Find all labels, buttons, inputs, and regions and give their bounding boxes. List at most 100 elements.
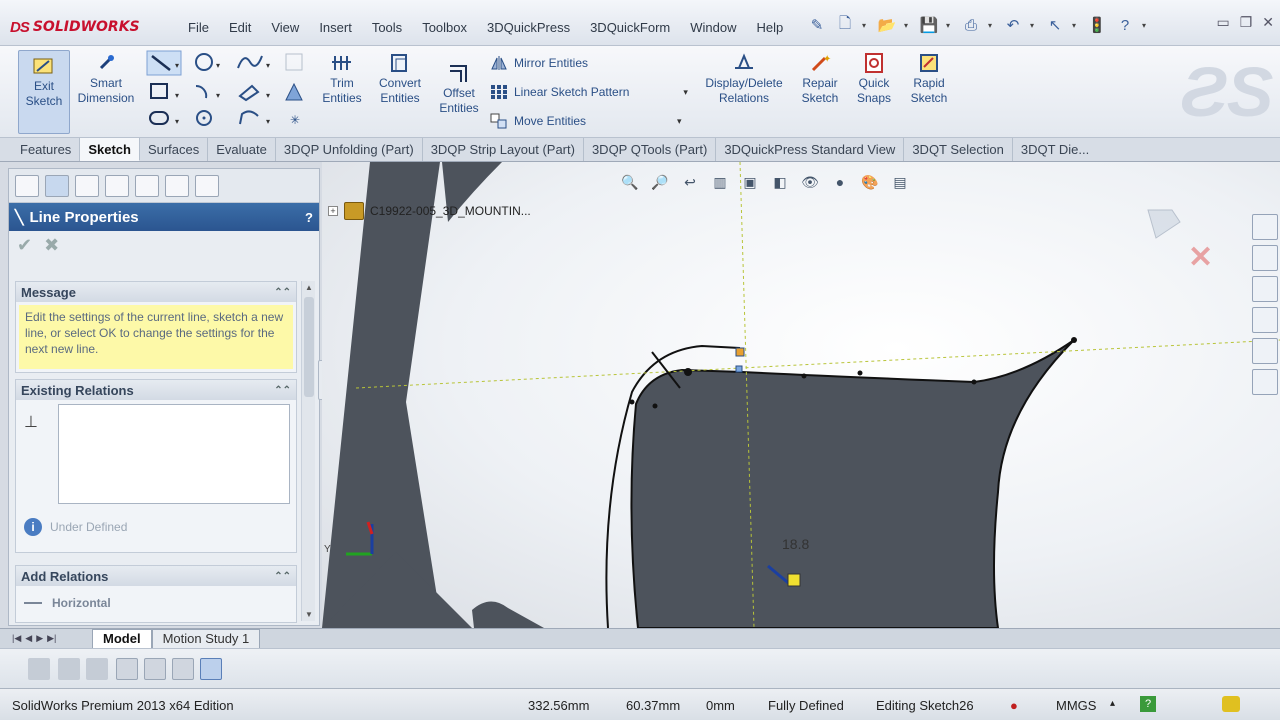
tree-item-label[interactable]: C19922-005_3D_MOUNTIN... [370, 204, 531, 218]
linear-sketch-pattern-button[interactable]: Linear Sketch Pattern ▾ [490, 84, 688, 100]
menu-3dquickpress[interactable]: 3DQuickPress [477, 15, 580, 41]
open-folder-icon[interactable]: 📂 [876, 14, 898, 36]
3d-sketch-icon[interactable] [28, 658, 50, 680]
scrollbar-thumb[interactable] [304, 297, 314, 397]
feature-manager-tab-icon[interactable] [15, 175, 39, 197]
edit-appearance-icon[interactable]: ● [830, 172, 850, 192]
ok-check-icon[interactable]: ✔ [17, 235, 32, 256]
quick-snaps-button[interactable]: Quick Snaps [852, 52, 896, 106]
new-document-icon[interactable]: 🗋 [834, 14, 856, 36]
tab-3dqt-die[interactable]: 3DQT Die... [1013, 138, 1093, 161]
chevron-down-icon[interactable]: ▾ [677, 116, 682, 127]
hide-show-items-icon[interactable]: 👁 [800, 172, 820, 192]
endpoint-handle[interactable] [735, 347, 745, 357]
status-units[interactable]: MMGS [1056, 698, 1096, 713]
line-format-icon[interactable] [144, 658, 166, 680]
tab-evaluate[interactable]: Evaluate [208, 138, 276, 161]
chevron-down-icon[interactable]: ▾ [988, 21, 996, 30]
previous-view-icon[interactable]: ↩ [680, 172, 700, 192]
repair-sketch-button[interactable]: ✦ Repair Sketch [796, 52, 844, 106]
apply-scene-icon[interactable]: 🎨 [860, 172, 880, 192]
next-tab-icon[interactable]: ▶ [36, 633, 43, 644]
menu-edit[interactable]: Edit [219, 15, 261, 41]
save-icon[interactable]: 💾 [918, 14, 940, 36]
display-style-icon[interactable]: ◧ [770, 172, 790, 192]
sketch-entity-tools[interactable]: ▾ ▾ ▾ ▾ ▾ ▾ ▾ ▾ ✳ [146, 50, 308, 134]
menu-file[interactable]: File [178, 15, 219, 41]
rebuild-icon[interactable] [58, 658, 80, 680]
tab-3dqt-selection[interactable]: 3DQT Selection [904, 138, 1013, 161]
sketch-mode-icon[interactable] [200, 658, 222, 680]
move-entities-button[interactable]: Move Entities ▾ [490, 113, 682, 129]
exit-sketch-corner-icon[interactable] [1144, 202, 1184, 246]
rapid-sketch-button[interactable]: Rapid Sketch [904, 52, 954, 106]
last-tab-icon[interactable]: ▶| [47, 633, 56, 644]
units-caret-icon[interactable]: ▴ [1110, 698, 1115, 709]
configuration-manager-tab-icon[interactable] [75, 175, 99, 197]
close-icon[interactable]: ✕ [1262, 14, 1274, 31]
file-explorer-icon[interactable] [1252, 276, 1278, 302]
print-icon[interactable]: ⎙ [960, 14, 982, 36]
collapse-icon[interactable]: ⌃⌃ [274, 571, 291, 582]
menu-tools[interactable]: Tools [362, 15, 412, 41]
chevron-down-icon[interactable]: ▾ [683, 87, 688, 98]
add-relations-header[interactable]: Add Relations ⌃⌃ [16, 566, 296, 586]
scroll-down-icon[interactable]: ▼ [305, 610, 313, 619]
previous-tab-icon[interactable]: ◀ [25, 633, 32, 644]
tab-3dqp-qtools[interactable]: 3DQP QTools (Part) [584, 138, 717, 161]
chevron-down-icon[interactable]: ▾ [1142, 21, 1150, 30]
panel-scrollbar[interactable]: ▲ ▼ [301, 281, 315, 621]
select-cursor-icon[interactable]: ↖ [1044, 14, 1066, 36]
existing-relations-header[interactable]: Existing Relations ⌃⌃ [16, 380, 296, 400]
convert-entities-button[interactable]: Convert Entities [372, 52, 428, 106]
minimize-icon[interactable]: ▭ [1216, 14, 1229, 31]
tab-3dqp-unfolding[interactable]: 3DQP Unfolding (Part) [276, 138, 423, 161]
menu-view[interactable]: View [261, 15, 309, 41]
view-settings-icon[interactable]: ▤ [890, 172, 910, 192]
smart-dimension-button[interactable]: Smart Dimension [74, 52, 138, 106]
tab-surfaces[interactable]: Surfaces [140, 138, 209, 161]
display-delete-relations-button[interactable]: Display/Delete Relations [698, 52, 790, 106]
first-tab-icon[interactable]: |◀ [12, 633, 21, 644]
collapse-icon[interactable]: ⌃⌃ [274, 385, 291, 396]
dimxpert-manager-tab-icon[interactable] [105, 175, 129, 197]
sketch-canvas[interactable] [322, 162, 1280, 628]
trim-entities-button[interactable]: Trim Entities [316, 52, 368, 106]
offset-entities-button[interactable]: Offset Entities [434, 62, 484, 116]
tab-motion-study[interactable]: Motion Study 1 [151, 629, 261, 648]
undo-icon[interactable]: ↶ [1002, 14, 1024, 36]
menu-toolbox[interactable]: Toolbox [412, 15, 477, 41]
menu-3dquickform[interactable]: 3DQuickForm [580, 15, 680, 41]
chevron-down-icon[interactable]: ▾ [1030, 21, 1038, 30]
help-button[interactable]: ? [305, 210, 313, 225]
tag-icon[interactable] [1222, 696, 1240, 712]
align-icon[interactable] [172, 658, 194, 680]
menu-help[interactable]: Help [747, 15, 794, 41]
quick-tips-icon[interactable]: ? [1140, 696, 1156, 712]
scroll-up-icon[interactable]: ▲ [305, 283, 313, 292]
view-palette-icon[interactable] [1252, 307, 1278, 333]
message-group-header[interactable]: Message ⌃⌃ [16, 282, 296, 302]
help-question-icon[interactable]: ? [1114, 14, 1136, 36]
display-manager-tab-icon[interactable] [135, 175, 159, 197]
menu-insert[interactable]: Insert [309, 15, 362, 41]
tab-sketch[interactable]: Sketch [80, 138, 140, 161]
section-view-icon[interactable]: ▥ [710, 172, 730, 192]
cancel-x-icon[interactable]: ✖ [44, 235, 59, 256]
rebuild-traffic-light-icon[interactable]: 🚦 [1086, 14, 1108, 36]
design-library-icon[interactable] [1252, 245, 1278, 271]
property-manager-tab-icon[interactable] [45, 175, 69, 197]
tab-model[interactable]: Model [92, 629, 152, 648]
restore-icon[interactable]: ❐ [1240, 14, 1253, 31]
pin-icon[interactable]: ✎ [806, 14, 828, 36]
chevron-down-icon[interactable]: ▾ [904, 21, 912, 30]
menu-window[interactable]: Window [680, 15, 746, 41]
rebuild-indicator-icon[interactable]: ● [1010, 698, 1018, 713]
custom-properties-icon[interactable] [1252, 369, 1278, 395]
tab-3dqp-strip-layout[interactable]: 3DQP Strip Layout (Part) [423, 138, 584, 161]
3dqt-tab-icon[interactable] [195, 175, 219, 197]
view-orientation-icon[interactable]: ▣ [740, 172, 760, 192]
collapse-icon[interactable]: ⌃⌃ [274, 287, 291, 298]
add-relation-horizontal[interactable]: Horizontal [16, 586, 296, 620]
existing-relations-list[interactable] [58, 404, 290, 504]
